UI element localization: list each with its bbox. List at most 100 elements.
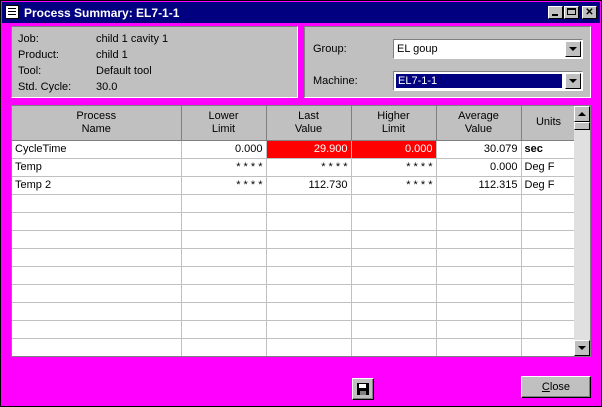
empty-cell bbox=[12, 266, 182, 285]
empty-cell bbox=[266, 284, 352, 303]
table-row[interactable]: CycleTime 0.000 29.900 0.000 30.079 sec bbox=[12, 140, 577, 159]
empty-cell bbox=[521, 212, 577, 231]
empty-cell bbox=[351, 302, 437, 321]
vertical-scrollbar[interactable] bbox=[574, 106, 590, 356]
tool-value: Default tool bbox=[96, 65, 152, 77]
empty-cell bbox=[266, 338, 352, 356]
header-units[interactable]: Units bbox=[521, 106, 577, 141]
chevron-down-icon bbox=[569, 79, 577, 83]
empty-cell bbox=[436, 212, 522, 231]
empty-cell bbox=[436, 248, 522, 267]
minimize-button[interactable] bbox=[548, 6, 563, 19]
header-last-value[interactable]: Last Value bbox=[266, 106, 352, 141]
empty-cell bbox=[266, 266, 352, 285]
group-label: Group: bbox=[313, 43, 347, 55]
cell-lower-limit: * * * * bbox=[181, 176, 267, 195]
empty-table-row bbox=[12, 356, 576, 357]
empty-cell bbox=[12, 194, 182, 213]
product-value: child 1 bbox=[96, 49, 128, 61]
empty-table-row bbox=[12, 320, 577, 339]
machine-select[interactable]: EL7-1-1 bbox=[393, 71, 583, 91]
empty-cell bbox=[181, 302, 267, 321]
empty-cell bbox=[521, 320, 577, 339]
empty-table-row bbox=[12, 212, 577, 231]
table-row[interactable]: Temp 2 * * * * 112.730 * * * * 112.315 Deg F bbox=[12, 176, 577, 195]
cell-average-value: 30.079 bbox=[436, 140, 522, 159]
title-bar[interactable]: Process Summary: EL7-1-1 ✕ bbox=[2, 2, 600, 23]
empty-table-row bbox=[12, 248, 577, 267]
empty-cell bbox=[266, 230, 352, 249]
empty-cell bbox=[266, 248, 352, 267]
machine-select-value: EL7-1-1 bbox=[395, 73, 563, 89]
empty-cell bbox=[266, 356, 351, 357]
empty-cell bbox=[436, 302, 522, 321]
empty-cell bbox=[436, 356, 521, 357]
empty-cell bbox=[351, 284, 437, 303]
product-label: Product: bbox=[18, 49, 59, 61]
empty-cell bbox=[181, 230, 267, 249]
empty-cell bbox=[521, 266, 577, 285]
close-button[interactable]: Close bbox=[521, 376, 591, 398]
table-row[interactable]: Temp * * * * * * * * * * * * 0.000 Deg F bbox=[12, 158, 577, 177]
job-value: child 1 cavity 1 bbox=[96, 33, 169, 45]
cell-average-value: 112.315 bbox=[436, 176, 522, 195]
process-table-grid: Process Name Lower Limit Last Value Higher L… bbox=[12, 106, 577, 357]
empty-cell bbox=[12, 356, 181, 357]
empty-table-row bbox=[12, 284, 577, 303]
empty-cell bbox=[351, 266, 437, 285]
scroll-up-button[interactable] bbox=[574, 106, 590, 122]
empty-cell bbox=[436, 284, 522, 303]
empty-cell bbox=[521, 194, 577, 213]
cell-last-value: 112.730 bbox=[266, 176, 352, 195]
cell-units: Deg F bbox=[521, 176, 577, 195]
empty-cell bbox=[436, 194, 522, 213]
maximize-button[interactable] bbox=[564, 6, 579, 19]
scroll-thumb[interactable] bbox=[574, 122, 590, 130]
header-average-value[interactable]: Average Value bbox=[436, 106, 522, 141]
empty-cell bbox=[351, 248, 437, 267]
empty-cell bbox=[12, 284, 182, 303]
chevron-up-icon bbox=[578, 112, 586, 116]
group-select[interactable]: EL goup bbox=[393, 39, 583, 59]
group-dropdown-button[interactable] bbox=[565, 41, 581, 57]
close-window-button[interactable]: ✕ bbox=[582, 6, 597, 19]
empty-cell bbox=[12, 320, 182, 339]
empty-cell bbox=[521, 230, 577, 249]
header-lower-limit[interactable]: Lower Limit bbox=[181, 106, 267, 141]
cell-last-value: * * * * bbox=[266, 158, 352, 177]
process-summary-window: Process Summary: EL7-1-1 ✕ Job: child 1 … bbox=[0, 0, 602, 407]
cell-average-value: 0.000 bbox=[436, 158, 522, 177]
empty-cell bbox=[436, 320, 522, 339]
empty-table-row bbox=[12, 302, 577, 321]
process-table[interactable]: Process Name Lower Limit Last Value Higher L… bbox=[11, 105, 591, 357]
empty-cell bbox=[436, 230, 522, 249]
cell-lower-limit: * * * * bbox=[181, 158, 267, 177]
cell-last-value: 29.900 bbox=[266, 140, 352, 159]
cell-lower-limit: 0.000 bbox=[181, 140, 267, 159]
empty-cell bbox=[266, 212, 352, 231]
empty-cell bbox=[12, 212, 182, 231]
header-process-name[interactable]: Process Name bbox=[12, 106, 182, 141]
empty-table-row bbox=[12, 230, 577, 249]
empty-cell bbox=[181, 266, 267, 285]
empty-cell bbox=[181, 356, 266, 357]
empty-cell bbox=[351, 338, 437, 356]
machine-dropdown-button[interactable] bbox=[565, 73, 581, 89]
scroll-down-button[interactable] bbox=[574, 340, 590, 356]
header-higher-limit[interactable]: Higher Limit bbox=[351, 106, 437, 141]
save-button[interactable] bbox=[352, 378, 374, 400]
std-cycle-label: Std. Cycle: bbox=[18, 81, 72, 93]
empty-cell bbox=[266, 302, 352, 321]
empty-cell bbox=[12, 338, 182, 356]
window-title: Process Summary: EL7-1-1 bbox=[24, 6, 180, 20]
chevron-down-icon bbox=[578, 346, 586, 350]
cell-process-name: Temp 2 bbox=[12, 176, 182, 195]
cell-higher-limit: 0.000 bbox=[351, 140, 437, 159]
empty-cell bbox=[521, 338, 577, 356]
floppy-disk-icon bbox=[357, 383, 369, 395]
app-icon bbox=[5, 5, 19, 19]
group-select-value: EL goup bbox=[397, 43, 438, 55]
chevron-down-icon bbox=[569, 47, 577, 51]
empty-cell bbox=[181, 338, 267, 356]
empty-cell bbox=[266, 320, 352, 339]
